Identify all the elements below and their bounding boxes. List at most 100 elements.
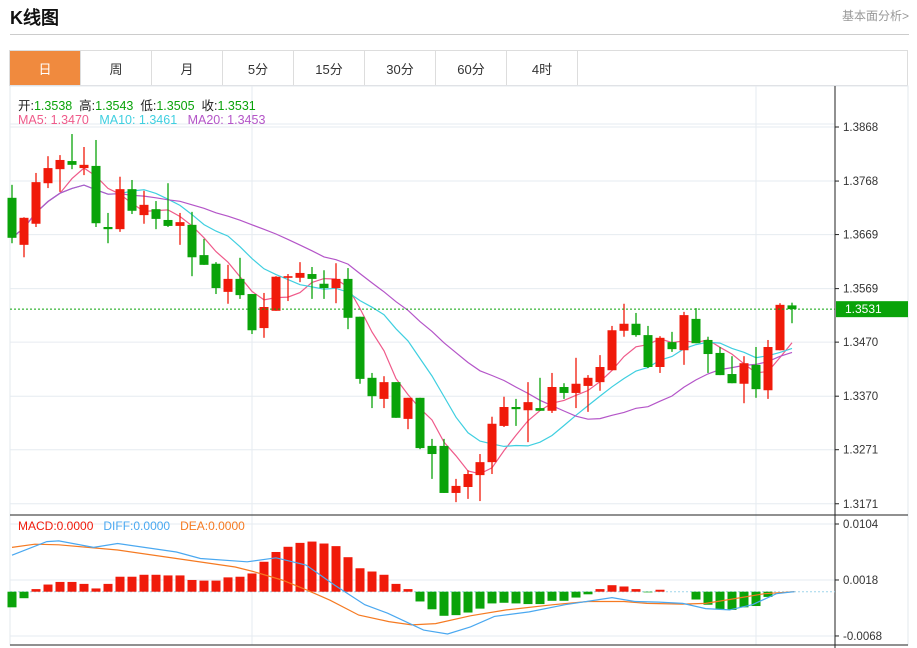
candle-body [199,255,209,265]
macd-bar [151,574,161,592]
candle-body [103,227,113,230]
macd-bar [283,546,293,592]
price-tick-label: 1.3669 [843,230,878,242]
candle-body [7,197,17,238]
candle-body [235,278,245,296]
candlestick [427,438,437,479]
candlestick [43,156,53,189]
macd-legend: MACD:0.0000 DIFF:0.0000 DEA:0.0000 [18,519,245,533]
macd-bar [379,574,389,592]
candlestick [19,217,29,258]
macd-bar [223,577,233,592]
ma10-line [11,184,793,448]
candlestick [7,184,17,244]
candlestick [331,263,341,304]
price-tick-label: 1.3370 [843,391,878,403]
macd-bar [583,591,593,595]
candlestick [691,308,701,344]
candle-body [31,182,41,224]
macd-bar [331,546,341,592]
price-tick-label: 1.3171 [843,499,878,511]
low-value: 1.3505 [156,99,195,113]
candle-body [163,219,173,226]
candle-body [475,462,485,476]
close-value: 1.3531 [217,99,256,113]
candle-body [211,263,221,289]
ma20-line [11,184,793,420]
candle-body [751,364,761,390]
dea-value: DEA:0.0000 [180,519,245,533]
ma5-line [11,167,793,475]
macd-bar [571,591,581,598]
current-price-label: 1.3531 [845,302,882,316]
candle-body [571,383,581,393]
macd-bar [343,557,353,592]
candlestick [103,212,113,244]
candlestick [643,325,653,369]
candle-body [703,339,713,355]
candlestick [595,355,605,391]
macd-bar [259,561,269,592]
macd-bar [391,583,401,592]
candlestick [679,311,689,365]
candle-body [355,316,365,379]
price-tick-label: 1.3271 [843,445,878,457]
candle-body [595,367,605,383]
candlestick [727,356,737,384]
candlestick [451,478,461,503]
candlestick [367,372,377,409]
open-value: 1.3538 [33,99,73,113]
macd-bar [139,574,149,592]
macd-bar [523,591,533,605]
macd-bar [55,581,65,592]
candlestick [499,396,509,427]
candle-body [511,407,521,410]
macd-bar [655,589,665,592]
macd-bar [175,575,185,592]
candle-body [343,278,353,318]
candle-body [367,377,377,397]
macd-bar [451,591,461,616]
candlestick [295,262,305,283]
price-tick-label: 1.3768 [843,176,878,188]
candle-body [619,323,629,331]
candlestick [511,398,521,426]
candle-body [43,168,53,184]
candle-body [655,337,665,367]
candlestick [115,176,125,232]
candlestick [415,397,425,450]
ohlc-legend: 开:1.3538 高:1.3543 低:1.3505 收:1.3531 [18,95,256,114]
candle-body [139,204,149,216]
macd-bar [127,576,137,592]
macd-bar [7,591,17,608]
candle-body [691,318,701,344]
candlestick [403,397,413,430]
candle-body [631,323,641,336]
macd-bar [103,583,113,592]
candlestick [787,302,797,324]
candle-body [331,278,341,289]
macd-bar [643,591,653,593]
candlestick [163,183,173,227]
candlestick [715,347,725,376]
candle-body [727,374,737,384]
ma10-value: MA10: 1.3461 [99,113,178,127]
low-label: 低: [140,99,157,113]
candlestick [343,268,353,330]
candle-body [787,305,797,310]
candlestick [271,276,281,311]
candle-body [391,382,401,418]
diff-value: DIFF:0.0000 [103,519,171,533]
candle-body [775,304,785,351]
candlestick [535,377,545,411]
candlestick [655,336,665,373]
candlestick [607,325,617,371]
price-tick-label: 1.3868 [843,122,878,134]
price-tick-label: 1.3569 [843,284,878,296]
candlestick [583,375,593,412]
macd-bar [619,586,629,592]
macd-bar [547,591,557,601]
macd-bar [199,580,209,592]
candlestick [571,357,581,409]
candlestick [199,238,209,265]
